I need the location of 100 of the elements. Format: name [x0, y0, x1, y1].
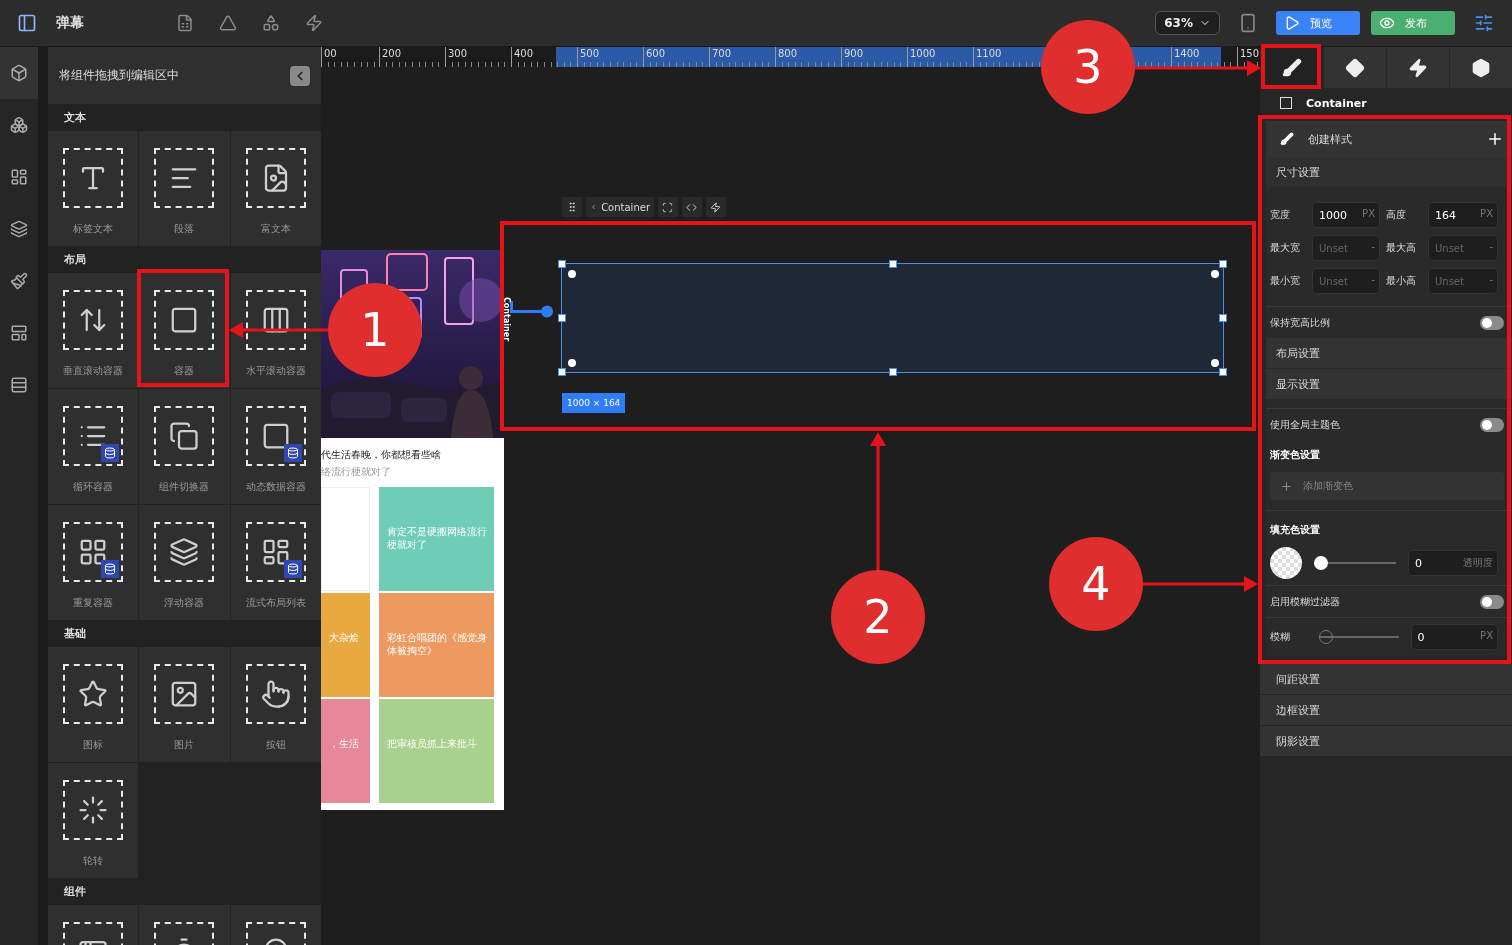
drag-handle[interactable]: [562, 197, 582, 217]
layers-icon: [10, 220, 28, 238]
component-tile[interactable]: 图标: [48, 647, 139, 762]
component-tile[interactable]: 组件切换器: [139, 389, 230, 504]
toggle-switch[interactable]: [1480, 594, 1504, 609]
content-tile: 大杂烩: [321, 593, 370, 697]
settings-icon[interactable]: [1474, 13, 1494, 33]
template-icon: [10, 324, 28, 342]
component-tile[interactable]: 富文本: [230, 131, 321, 246]
radius-handle[interactable]: [568, 359, 576, 367]
cube-icon: [10, 64, 28, 82]
unit-label: PX: [1480, 630, 1493, 641]
triangle-icon[interactable]: [219, 14, 237, 32]
component-tile[interactable]: 浮动容器: [139, 505, 230, 620]
element-tag: Container: [502, 297, 511, 342]
article-title: 代生活春晚，你都想看些啥: [321, 448, 442, 462]
component-tile[interactable]: 按钮: [230, 647, 321, 762]
zoom-select[interactable]: 63%: [1155, 11, 1220, 35]
section-title: 文本: [48, 104, 321, 131]
preview-button[interactable]: 预览: [1276, 11, 1360, 35]
field-label: 最大宽: [1270, 241, 1301, 255]
setting-label: 使用全局主题色: [1270, 417, 1340, 432]
sidebar-toggle-icon[interactable]: [17, 13, 37, 33]
brush-icon: [1282, 57, 1302, 78]
resize-handle[interactable]: [558, 314, 566, 322]
section-title: 填充色设置: [1266, 510, 1512, 541]
unit-label: -: [1371, 241, 1375, 252]
project-title: 弹幕: [56, 14, 84, 32]
bolt-icon: [1408, 57, 1428, 78]
component-tile[interactable]: 重复容器: [48, 505, 139, 620]
code-icon: [686, 201, 697, 213]
sidebar-tab[interactable]: [0, 47, 38, 99]
properties-tab[interactable]: [1323, 47, 1386, 88]
slider-thumb[interactable]: [1314, 556, 1328, 570]
resize-handle[interactable]: [558, 260, 566, 268]
resize-handle[interactable]: [1219, 260, 1227, 268]
component-tile[interactable]: 水平滚动容器: [230, 273, 321, 388]
action-button[interactable]: [706, 197, 726, 217]
field-label: 最大高: [1386, 241, 1417, 255]
resize-handle[interactable]: [558, 368, 566, 376]
content-tile: ，生活: [321, 699, 370, 803]
toggle-switch[interactable]: [1480, 417, 1504, 432]
size-label: 1000 × 164: [562, 393, 626, 413]
add-gradient-button[interactable]: 添加渐变色: [1270, 472, 1504, 500]
events-tab[interactable]: [1386, 47, 1449, 88]
rows-icon: [10, 376, 28, 394]
code-button[interactable]: [682, 197, 702, 217]
component-tile[interactable]: 垂直滚动容器: [48, 273, 139, 388]
section-title: 组件: [48, 878, 321, 905]
radius-handle[interactable]: [1211, 359, 1219, 367]
phone-icon[interactable]: [1238, 13, 1258, 33]
shapes-icon[interactable]: [262, 14, 280, 32]
radius-handle[interactable]: [1211, 270, 1219, 278]
component-tile[interactable]: 标签文本: [48, 131, 139, 246]
advanced-tab[interactable]: [1449, 47, 1512, 88]
dashboard-icon: [10, 168, 28, 186]
publish-button[interactable]: 发布: [1371, 11, 1455, 35]
checkbox[interactable]: [1280, 97, 1292, 109]
resize-handle[interactable]: [888, 368, 897, 376]
radius-handle[interactable]: [568, 270, 576, 278]
collapse-button[interactable]: [290, 65, 310, 86]
parent-select-button[interactable]: Container: [586, 197, 654, 217]
play-icon: [1284, 15, 1300, 31]
section-header[interactable]: 间距设置: [1260, 664, 1512, 695]
section-header[interactable]: 布局设置: [1266, 338, 1512, 369]
section-header[interactable]: 边框设置: [1260, 695, 1512, 726]
component-tile[interactable]: 容器: [139, 273, 230, 388]
section-title: 基础: [48, 620, 321, 647]
toggle-switch[interactable]: [1480, 315, 1504, 330]
section-header[interactable]: 显示设置: [1266, 369, 1512, 400]
resize-handle[interactable]: [1219, 368, 1227, 376]
resize-handle[interactable]: [1219, 314, 1227, 322]
component-tile[interactable]: 图片: [139, 647, 230, 762]
component-tile[interactable]: 流式布局列表: [230, 505, 321, 620]
component-tile[interactable]: 循环容器: [48, 389, 139, 504]
component-tile[interactable]: 段落: [139, 131, 230, 246]
bolt-icon[interactable]: [305, 14, 323, 32]
content-tile: 肯定不是硬搬网络流行梗就对了: [379, 487, 494, 591]
panel-hint: 将组件拖拽到编辑区中: [59, 67, 179, 84]
unit-label: 透明度: [1463, 556, 1493, 570]
section-title: 布局: [48, 246, 321, 273]
loader-icon: [78, 795, 109, 825]
field-label: 最小高: [1386, 274, 1417, 288]
grip-icon: [566, 201, 578, 213]
section-header[interactable]: 阴影设置: [1260, 726, 1512, 757]
field-label: 宽度: [1270, 208, 1291, 222]
component-tile[interactable]: 轮转: [48, 763, 139, 878]
spreadsheet-icon[interactable]: [176, 14, 194, 32]
section-title: 尺寸设置: [1266, 157, 1512, 188]
component-tile[interactable]: 动态数据容器: [230, 389, 321, 504]
section-title: 渐变色设置: [1269, 448, 1321, 462]
package-icon: [1471, 57, 1491, 78]
element-name: Container: [1306, 96, 1367, 110]
add-icon[interactable]: [1486, 130, 1504, 148]
resize-handle[interactable]: [888, 260, 897, 268]
select-icon: [662, 201, 673, 213]
unit-label: -: [1489, 274, 1493, 285]
color-swatch[interactable]: [1270, 547, 1302, 579]
slider-track[interactable]: [1314, 556, 1396, 570]
select-button[interactable]: [658, 197, 678, 217]
